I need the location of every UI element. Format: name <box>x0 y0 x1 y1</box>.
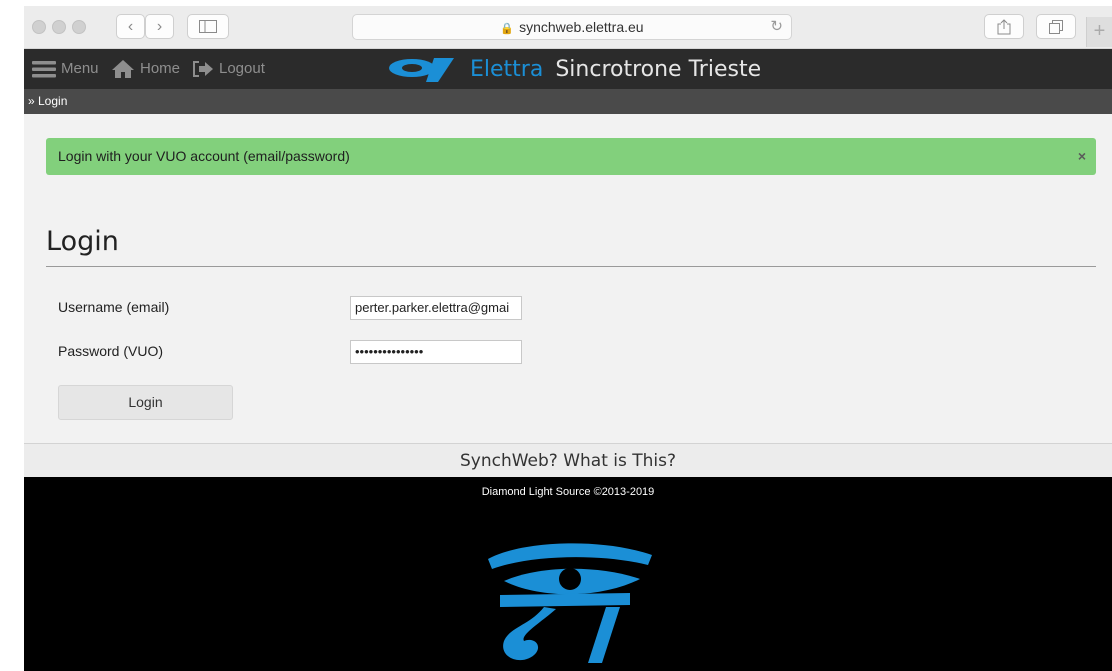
logout-icon <box>193 61 213 77</box>
username-field[interactable]: perter.parker.elettra@gmai <box>350 296 522 320</box>
footer-copyright: Diamond Light Source ©2013-2019 <box>481 486 655 498</box>
back-icon: ‹ <box>127 18 134 35</box>
new-tab-button[interactable]: + <box>1086 17 1112 47</box>
menu-label: Menu <box>61 60 99 77</box>
password-field[interactable]: ••••••••••••••• <box>350 340 522 364</box>
forward-button[interactable]: › <box>145 14 174 39</box>
brand-subtitle: Sincrotrone Trieste <box>555 56 762 82</box>
home-link[interactable]: Home <box>111 58 180 80</box>
page: ‹ › 🔒 synchweb.elettra.eu ↻ + Menu Home … <box>0 0 1112 671</box>
home-icon <box>112 60 134 78</box>
browser-toolbar: ‹ › 🔒 synchweb.elettra.eu ↻ + <box>24 6 1112 49</box>
url-text: synchweb.elettra.eu <box>519 19 644 35</box>
home-label: Home <box>140 60 181 77</box>
share-button[interactable] <box>984 14 1024 39</box>
menu-icon <box>32 61 56 78</box>
brand-link[interactable]: Elettra Sincrotrone Trieste <box>386 54 761 84</box>
breadcrumb: » Login <box>24 89 1112 114</box>
title-divider <box>46 266 1096 267</box>
what-is-this-link[interactable]: SynchWeb? What is This? <box>24 443 1112 477</box>
reload-icon[interactable]: ↻ <box>770 15 783 39</box>
sidebar-icon <box>199 20 217 33</box>
close-icon[interactable]: × <box>1078 138 1086 175</box>
zoom-window-button[interactable] <box>72 20 86 34</box>
close-window-button[interactable] <box>32 20 46 34</box>
browser-window: ‹ › 🔒 synchweb.elettra.eu ↻ + Menu Home … <box>24 6 1112 671</box>
sidebar-toggle-button[interactable] <box>187 14 229 39</box>
tabs-overview-button[interactable] <box>1036 14 1076 39</box>
plus-icon: + <box>1093 20 1106 42</box>
lock-icon: 🔒 <box>500 23 515 35</box>
breadcrumb-item-login[interactable]: » Login <box>24 94 67 108</box>
back-button[interactable]: ‹ <box>116 14 145 39</box>
forward-icon: › <box>156 18 163 35</box>
address-bar[interactable]: 🔒 synchweb.elettra.eu ↻ <box>352 14 792 40</box>
menu-link[interactable]: Menu <box>32 58 99 80</box>
share-icon <box>997 19 1011 35</box>
logout-label: Logout <box>219 60 265 77</box>
elettra-logo-icon <box>389 58 454 82</box>
password-label: Password (VUO) <box>58 343 164 359</box>
eye-of-horus-logo-icon <box>488 543 652 663</box>
logout-link[interactable]: Logout <box>190 58 265 80</box>
login-button[interactable]: Login <box>58 385 233 420</box>
footer: Diamond Light Source ©2013-2019 <box>24 477 1112 671</box>
minimize-window-button[interactable] <box>52 20 66 34</box>
brand-name: Elettra <box>470 56 544 82</box>
tabs-icon <box>1049 20 1063 34</box>
login-alert: Login with your VUO account (email/passw… <box>46 138 1096 175</box>
site-navbar: Menu Home Logout Elettra Sincrotrone Tri… <box>24 49 1112 89</box>
page-title: Login <box>46 226 119 257</box>
alert-message: Login with your VUO account (email/passw… <box>58 148 350 164</box>
username-label: Username (email) <box>58 299 170 315</box>
